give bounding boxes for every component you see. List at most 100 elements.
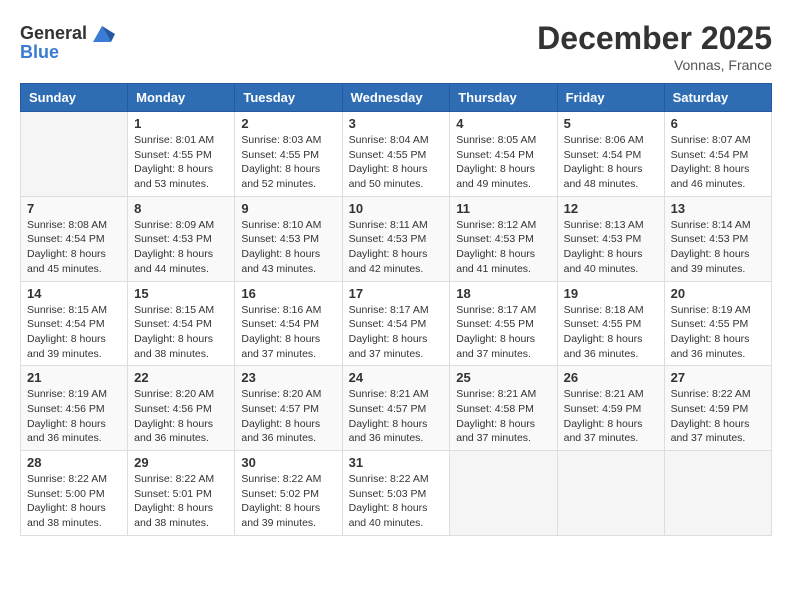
day-info: Sunrise: 8:11 AM Sunset: 4:53 PM Dayligh… (349, 218, 444, 277)
calendar-cell: 20Sunrise: 8:19 AM Sunset: 4:55 PM Dayli… (664, 281, 771, 366)
day-info: Sunrise: 8:21 AM Sunset: 4:58 PM Dayligh… (456, 387, 550, 446)
day-info: Sunrise: 8:13 AM Sunset: 4:53 PM Dayligh… (564, 218, 658, 277)
calendar-cell: 22 Sunrise: 8:20 AM Sunset: 4:56 PM Dayli… (128, 366, 235, 451)
calendar-week-row: 21 Sunrise: 8:19 AM Sunset: 4:56 PM Dayli… (21, 366, 772, 451)
day-number: 16 (241, 286, 335, 301)
calendar-cell: 17Sunrise: 8:17 AM Sunset: 4:54 PM Dayli… (342, 281, 450, 366)
logo-blue: Blue (20, 42, 59, 63)
day-number: 2 (241, 116, 335, 131)
day-info: Sunrise: 8:04 AM Sunset: 4:55 PM Dayligh… (349, 133, 444, 192)
day-number: 12 (564, 201, 658, 216)
calendar-cell: 28 Sunrise: 8:22 AM Sunset: 5:00 PM Dayli… (21, 451, 128, 536)
day-number: 19 (564, 286, 658, 301)
calendar-week-row: 28 Sunrise: 8:22 AM Sunset: 5:00 PM Dayli… (21, 451, 772, 536)
weekday-header-tuesday: Tuesday (235, 84, 342, 112)
day-number: 6 (671, 116, 765, 131)
day-number: 5 (564, 116, 658, 131)
calendar-cell: 29 Sunrise: 8:22 AM Sunset: 5:01 PM Dayli… (128, 451, 235, 536)
day-number: 11 (456, 201, 550, 216)
calendar-cell: 11 Sunrise: 8:12 AM Sunset: 4:53 PM Dayli… (450, 196, 557, 281)
title-section: December 2025 Vonnas, France (537, 20, 772, 73)
calendar-cell: 24Sunrise: 8:21 AM Sunset: 4:57 PM Dayli… (342, 366, 450, 451)
weekday-header-wednesday: Wednesday (342, 84, 450, 112)
day-info: Sunrise: 8:01 AM Sunset: 4:55 PM Dayligh… (134, 133, 228, 192)
day-info: Sunrise: 8:20 AM Sunset: 4:56 PM Dayligh… (134, 387, 228, 446)
day-info: Sunrise: 8:16 AM Sunset: 4:54 PM Dayligh… (241, 303, 335, 362)
logo-icon (89, 20, 115, 46)
day-info: Sunrise: 8:22 AM Sunset: 5:03 PM Dayligh… (349, 472, 444, 531)
day-number: 30 (241, 455, 335, 470)
calendar-cell: 6 Sunrise: 8:07 AM Sunset: 4:54 PM Daylig… (664, 112, 771, 197)
day-number: 26 (564, 370, 658, 385)
day-number: 21 (27, 370, 121, 385)
calendar-cell: 12 Sunrise: 8:13 AM Sunset: 4:53 PM Dayli… (557, 196, 664, 281)
day-number: 10 (349, 201, 444, 216)
day-info: Sunrise: 8:14 AM Sunset: 4:53 PM Dayligh… (671, 218, 765, 277)
day-info: Sunrise: 8:07 AM Sunset: 4:54 PM Dayligh… (671, 133, 765, 192)
day-info: Sunrise: 8:22 AM Sunset: 4:59 PM Dayligh… (671, 387, 765, 446)
weekday-header-thursday: Thursday (450, 84, 557, 112)
day-info: Sunrise: 8:09 AM Sunset: 4:53 PM Dayligh… (134, 218, 228, 277)
calendar-cell: 1 Sunrise: 8:01 AM Sunset: 4:55 PM Daylig… (128, 112, 235, 197)
day-number: 13 (671, 201, 765, 216)
calendar-cell: 23 Sunrise: 8:20 AM Sunset: 4:57 PM Dayli… (235, 366, 342, 451)
calendar-week-row: 1 Sunrise: 8:01 AM Sunset: 4:55 PM Daylig… (21, 112, 772, 197)
day-number: 29 (134, 455, 228, 470)
calendar-cell: 16 Sunrise: 8:16 AM Sunset: 4:54 PM Dayli… (235, 281, 342, 366)
day-info: Sunrise: 8:05 AM Sunset: 4:54 PM Dayligh… (456, 133, 550, 192)
day-number: 23 (241, 370, 335, 385)
day-number: 3 (349, 116, 444, 131)
day-info: Sunrise: 8:18 AM Sunset: 4:55 PM Dayligh… (564, 303, 658, 362)
calendar-cell: 30 Sunrise: 8:22 AM Sunset: 5:02 PM Dayli… (235, 451, 342, 536)
day-number: 18 (456, 286, 550, 301)
calendar-cell: 27 Sunrise: 8:22 AM Sunset: 4:59 PM Dayli… (664, 366, 771, 451)
day-number: 8 (134, 201, 228, 216)
calendar-week-row: 14 Sunrise: 8:15 AM Sunset: 4:54 PM Dayli… (21, 281, 772, 366)
calendar-cell (557, 451, 664, 536)
day-info: Sunrise: 8:21 AM Sunset: 4:59 PM Dayligh… (564, 387, 658, 446)
day-info: Sunrise: 8:19 AM Sunset: 4:55 PM Dayligh… (671, 303, 765, 362)
calendar-cell: 18Sunrise: 8:17 AM Sunset: 4:55 PM Dayli… (450, 281, 557, 366)
calendar-cell: 4Sunrise: 8:05 AM Sunset: 4:54 PM Daylig… (450, 112, 557, 197)
weekday-header-saturday: Saturday (664, 84, 771, 112)
calendar-cell: 7Sunrise: 8:08 AM Sunset: 4:54 PM Daylig… (21, 196, 128, 281)
calendar-cell (450, 451, 557, 536)
day-number: 27 (671, 370, 765, 385)
calendar-cell: 13 Sunrise: 8:14 AM Sunset: 4:53 PM Dayli… (664, 196, 771, 281)
day-number: 7 (27, 201, 121, 216)
calendar-cell: 21 Sunrise: 8:19 AM Sunset: 4:56 PM Dayli… (21, 366, 128, 451)
calendar-cell: 5 Sunrise: 8:06 AM Sunset: 4:54 PM Daylig… (557, 112, 664, 197)
logo: General Blue (20, 20, 115, 63)
day-number: 17 (349, 286, 444, 301)
day-number: 14 (27, 286, 121, 301)
weekday-header-friday: Friday (557, 84, 664, 112)
calendar-week-row: 7Sunrise: 8:08 AM Sunset: 4:54 PM Daylig… (21, 196, 772, 281)
day-info: Sunrise: 8:19 AM Sunset: 4:56 PM Dayligh… (27, 387, 121, 446)
calendar-cell: 19 Sunrise: 8:18 AM Sunset: 4:55 PM Dayli… (557, 281, 664, 366)
calendar-header-row: SundayMondayTuesdayWednesdayThursdayFrid… (21, 84, 772, 112)
day-info: Sunrise: 8:03 AM Sunset: 4:55 PM Dayligh… (241, 133, 335, 192)
month-title: December 2025 (537, 20, 772, 57)
calendar-cell: 2 Sunrise: 8:03 AM Sunset: 4:55 PM Daylig… (235, 112, 342, 197)
day-number: 22 (134, 370, 228, 385)
weekday-header-sunday: Sunday (21, 84, 128, 112)
calendar-cell: 14Sunrise: 8:15 AM Sunset: 4:54 PM Dayli… (21, 281, 128, 366)
day-info: Sunrise: 8:22 AM Sunset: 5:01 PM Dayligh… (134, 472, 228, 531)
day-number: 1 (134, 116, 228, 131)
day-info: Sunrise: 8:22 AM Sunset: 5:00 PM Dayligh… (27, 472, 121, 531)
calendar-cell: 15 Sunrise: 8:15 AM Sunset: 4:54 PM Dayli… (128, 281, 235, 366)
day-info: Sunrise: 8:06 AM Sunset: 4:54 PM Dayligh… (564, 133, 658, 192)
day-info: Sunrise: 8:22 AM Sunset: 5:02 PM Dayligh… (241, 472, 335, 531)
day-number: 28 (27, 455, 121, 470)
day-number: 24 (349, 370, 444, 385)
day-info: Sunrise: 8:15 AM Sunset: 4:54 PM Dayligh… (134, 303, 228, 362)
calendar-cell: 26 Sunrise: 8:21 AM Sunset: 4:59 PM Dayli… (557, 366, 664, 451)
logo-general: General (20, 23, 87, 44)
calendar-cell: 31Sunrise: 8:22 AM Sunset: 5:03 PM Dayli… (342, 451, 450, 536)
calendar-cell: 3 Sunrise: 8:04 AM Sunset: 4:55 PM Daylig… (342, 112, 450, 197)
day-info: Sunrise: 8:12 AM Sunset: 4:53 PM Dayligh… (456, 218, 550, 277)
calendar-cell (664, 451, 771, 536)
calendar-cell: 8 Sunrise: 8:09 AM Sunset: 4:53 PM Daylig… (128, 196, 235, 281)
day-number: 15 (134, 286, 228, 301)
day-info: Sunrise: 8:20 AM Sunset: 4:57 PM Dayligh… (241, 387, 335, 446)
